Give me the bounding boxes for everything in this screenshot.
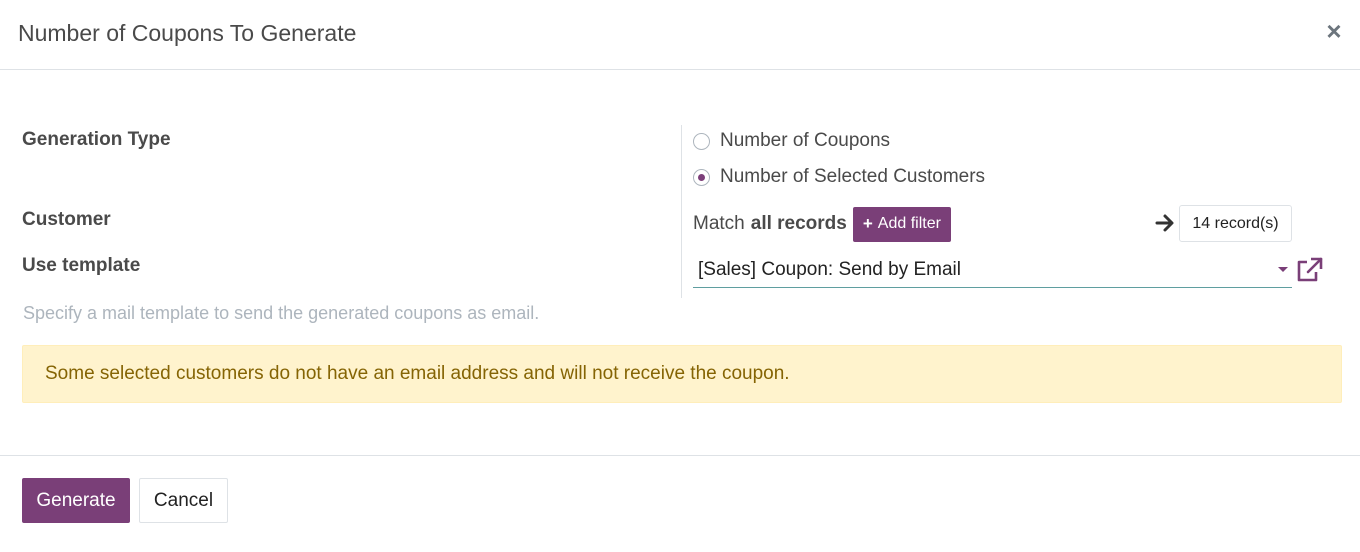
radio-button-unchecked[interactable] bbox=[693, 132, 710, 150]
add-filter-button[interactable]: + Add filter bbox=[852, 206, 951, 242]
dialog-title: Number of Coupons To Generate bbox=[18, 20, 357, 46]
use-template-label: Use template bbox=[22, 255, 141, 276]
external-link-icon[interactable] bbox=[1295, 257, 1323, 283]
records-count-button[interactable]: 14 record(s) bbox=[1179, 205, 1292, 242]
match-prefix: Match bbox=[693, 213, 745, 234]
match-all-records: all records bbox=[750, 213, 847, 234]
template-input[interactable] bbox=[693, 258, 1263, 281]
warning-alert: Some selected customers do not have an e… bbox=[22, 345, 1342, 403]
add-filter-label: Add filter bbox=[877, 215, 941, 232]
dialog-header: Number of Coupons To Generate × bbox=[0, 0, 1360, 70]
use-template-help: Specify a mail template to send the gene… bbox=[23, 303, 540, 323]
customer-domain-editor: Match all records + Add filter bbox=[693, 206, 951, 242]
radio-label: Number of Selected Customers bbox=[720, 166, 986, 187]
arrow-right-icon bbox=[1155, 214, 1174, 232]
generation-type-label: Generation Type bbox=[22, 129, 171, 150]
dialog-footer: Generate Cancel bbox=[0, 455, 1360, 552]
column-divider bbox=[681, 125, 682, 298]
close-icon[interactable]: × bbox=[1320, 16, 1348, 46]
template-many2one-field bbox=[693, 252, 1292, 288]
customer-label: Customer bbox=[22, 209, 111, 230]
cancel-button[interactable]: Cancel bbox=[139, 478, 228, 523]
plus-icon: + bbox=[862, 214, 873, 233]
radio-number-of-coupons[interactable]: Number of Coupons bbox=[693, 130, 890, 152]
radio-label: Number of Coupons bbox=[720, 130, 891, 151]
radio-button-checked[interactable] bbox=[693, 168, 710, 186]
caret-down-icon[interactable] bbox=[1278, 267, 1288, 272]
coupon-generate-dialog: Number of Coupons To Generate × Generati… bbox=[0, 0, 1360, 552]
radio-number-of-selected-customers[interactable]: Number of Selected Customers bbox=[693, 166, 985, 188]
generate-button[interactable]: Generate bbox=[22, 478, 130, 523]
